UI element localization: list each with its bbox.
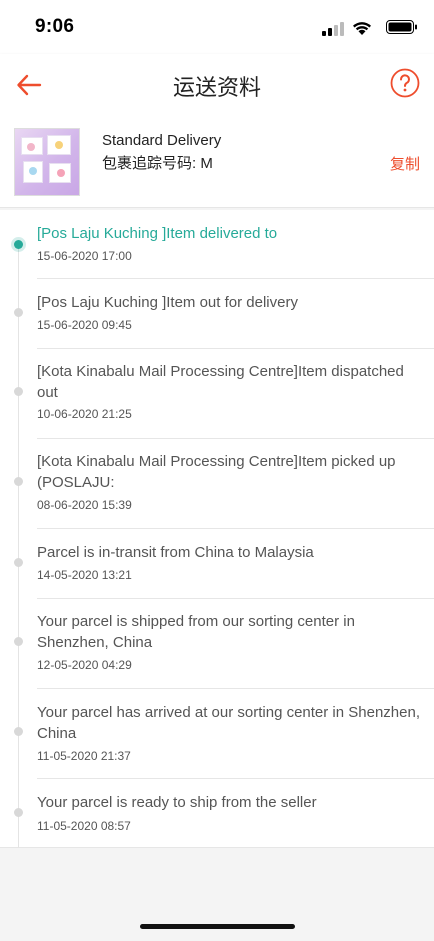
event-time: 10-06-2020 21:25 (37, 407, 132, 421)
divider (37, 278, 434, 279)
timeline-dot (14, 727, 23, 736)
event-time: 08-06-2020 15:39 (37, 498, 132, 512)
question-circle-icon[interactable] (390, 68, 420, 98)
delivery-method: Standard Delivery (102, 132, 222, 149)
timeline-dot (14, 558, 23, 567)
event-description: [Pos Laju Kuching ]Item out for delivery (37, 294, 298, 311)
event-description: Your parcel is ready to ship from the se… (37, 794, 317, 811)
timeline-dot (14, 477, 23, 486)
divider (37, 598, 434, 599)
battery-icon (386, 20, 417, 34)
wifi-icon (353, 22, 371, 35)
product-thumbnail (14, 128, 80, 196)
delivery-summary: Standard Delivery 包裹追踪号码: M 复制 (0, 116, 434, 208)
event-time: 15-06-2020 17:00 (37, 249, 132, 263)
tracking-timeline: [Pos Laju Kuching ]Item delivered to 15-… (0, 210, 434, 848)
event-description: Your parcel has arrived at our sorting c… (37, 704, 421, 742)
timeline-dot (14, 637, 23, 646)
status-bar: 9:06 (0, 0, 434, 54)
event-time: 14-05-2020 13:21 (37, 568, 132, 582)
status-time: 9:06 (35, 16, 75, 37)
timeline-dot (14, 240, 23, 249)
divider (37, 438, 434, 439)
page-title: 运送资料 (172, 75, 261, 100)
event-time: 12-05-2020 04:29 (37, 658, 132, 672)
signal-icon (322, 22, 344, 36)
timeline-dot (14, 308, 23, 317)
timeline-dot (14, 387, 23, 396)
event-description: [Pos Laju Kuching ]Item delivered to (37, 225, 278, 242)
event-description: [Kota Kinabalu Mail Processing Centre]It… (37, 453, 396, 491)
timeline-line (18, 244, 19, 848)
event-description: Your parcel is shipped from our sorting … (37, 613, 355, 651)
home-indicator[interactable] (140, 924, 295, 929)
divider (37, 688, 434, 689)
copy-button[interactable]: 复制 (390, 153, 420, 174)
tracking-number: 包裹追踪号码: M (102, 155, 213, 172)
event-time: 11-05-2020 21:37 (37, 749, 131, 763)
event-description: [Kota Kinabalu Mail Processing Centre]It… (37, 363, 404, 401)
event-time: 11-05-2020 08:57 (37, 819, 131, 833)
timeline-dot (14, 808, 23, 817)
event-time: 15-06-2020 09:45 (37, 318, 132, 332)
divider (37, 778, 434, 779)
navigation-header: 运送资料 (0, 54, 434, 116)
divider (37, 348, 434, 349)
divider (37, 528, 434, 529)
event-description: Parcel is in-transit from China to Malay… (37, 544, 314, 561)
